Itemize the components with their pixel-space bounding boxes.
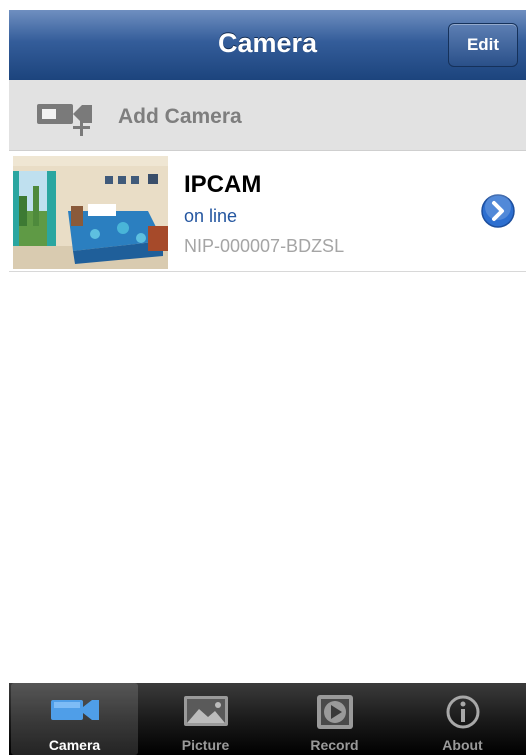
camera-id: NIP-000007-BDZSL [184,236,345,256]
tab-camera-label: Camera [48,737,101,753]
video-camera-add-icon [37,104,92,136]
tab-about[interactable]: About [399,683,526,755]
chevron-right-disclosure-icon[interactable] [480,193,516,229]
tab-picture[interactable]: Picture [142,683,269,755]
add-camera-label: Add Camera [118,105,242,128]
navigation-bar: Camera Edit [9,10,526,81]
picture-icon [183,696,228,726]
edit-button[interactable]: Edit [448,23,518,67]
tab-picture-label: Picture [181,737,230,753]
tab-record[interactable]: Record [271,683,398,755]
add-camera-row[interactable]: Add Camera [9,80,526,151]
camera-list-item[interactable]: IPCAM on line NIP-000007-BDZSL [9,151,526,272]
screen-edge [0,0,9,755]
app-screen: Camera Edit Add Camera IPCAM on line NIP… [0,0,526,755]
record-film-icon [316,695,353,729]
camera-thumbnail-image [13,156,168,269]
tab-about-label: About [442,737,483,753]
video-camera-icon [50,700,99,720]
info-icon [446,695,479,729]
camera-name: IPCAM [184,171,262,198]
tab-camera[interactable]: Camera [11,683,138,755]
tab-record-label: Record [310,737,359,753]
camera-status: on line [184,206,238,226]
tab-bar: Camera Picture Record About [9,683,526,755]
